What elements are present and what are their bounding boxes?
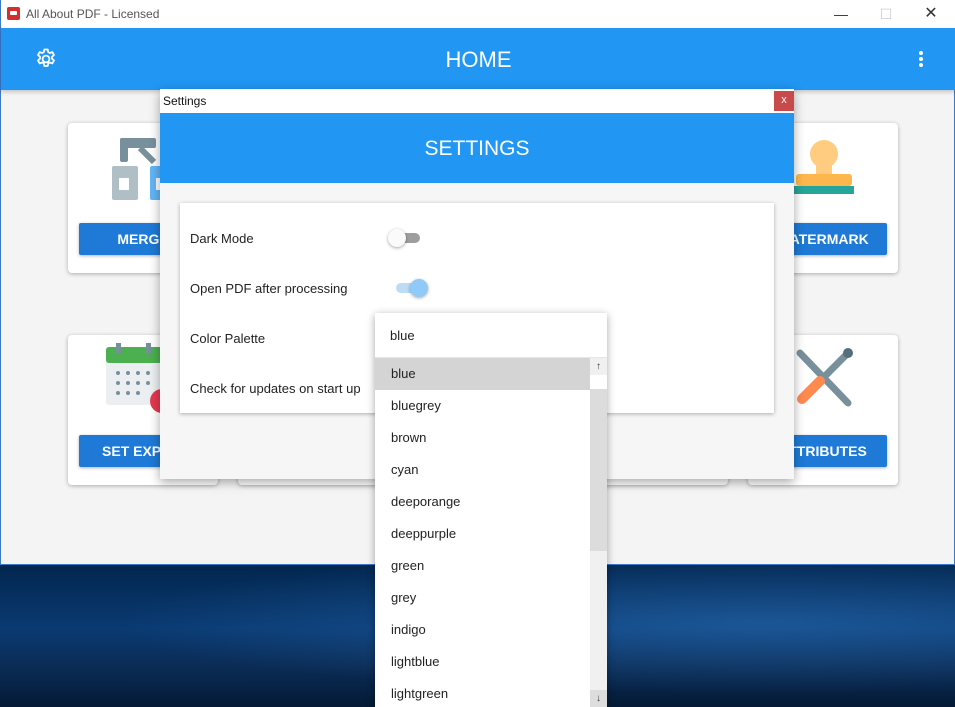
dropdown-scrollbar[interactable]: ↑ ↓ [590, 358, 607, 707]
option-indigo[interactable]: indigo [375, 614, 590, 646]
option-label: brown [391, 430, 427, 445]
settings-window-title: Settings [163, 94, 207, 108]
check-updates-label: Check for updates on start up [190, 381, 361, 396]
option-label: blue [391, 366, 416, 381]
option-label: lightblue [391, 654, 440, 669]
dropdown-selected-value[interactable]: blue [375, 313, 607, 358]
option-cyan[interactable]: cyan [375, 454, 590, 486]
option-blue[interactable]: blue [375, 358, 590, 390]
option-bluegrey[interactable]: bluegrey [375, 390, 590, 422]
stamp-icon [794, 140, 854, 194]
color-palette-label: Color Palette [190, 331, 266, 346]
option-lightgreen[interactable]: lightgreen [375, 678, 590, 707]
option-lightblue[interactable]: lightblue [375, 646, 590, 678]
app-header: HOME [1, 28, 955, 90]
calendar-icon [106, 343, 168, 413]
dark-mode-label: Dark Mode [190, 231, 254, 246]
window-title: All About PDF - Licensed [26, 7, 160, 21]
option-label: deeppurple [391, 526, 457, 541]
window-titlebar: All About PDF - Licensed — ☐ ✕ [1, 0, 955, 28]
settings-titlebar: Settings x [160, 89, 794, 113]
scroll-thumb[interactable] [590, 375, 607, 389]
option-label: green [391, 558, 425, 573]
scroll-down-arrow-icon[interactable]: ↓ [590, 690, 607, 707]
selected-value-text: blue [390, 328, 415, 343]
option-green[interactable]: green [375, 550, 590, 582]
toggle-thumb [388, 229, 406, 247]
option-label: bluegrey [391, 398, 441, 413]
option-label: deeporange [391, 494, 461, 509]
minimize-button[interactable]: — [832, 5, 850, 23]
option-label: grey [391, 590, 417, 605]
option-deeppurple[interactable]: deeppurple [375, 518, 590, 550]
kebab-menu-icon [919, 51, 923, 67]
settings-header: SETTINGS [160, 113, 794, 183]
scroll-up-arrow-icon[interactable]: ↑ [590, 358, 607, 375]
option-label: cyan [391, 462, 419, 477]
tools-icon [796, 348, 853, 407]
maximize-button[interactable]: ☐ [877, 5, 895, 23]
settings-title: SETTINGS [424, 137, 530, 160]
dark-mode-toggle[interactable] [388, 228, 422, 248]
settings-close-button[interactable]: x [774, 91, 794, 111]
close-button[interactable]: ✕ [922, 5, 940, 23]
toggle-thumb [410, 279, 428, 297]
open-pdf-label: Open PDF after processing [190, 281, 348, 296]
pdf-app-icon [7, 7, 20, 20]
dropdown-options-list: blue bluegrey brown cyan deeporange deep… [375, 358, 590, 707]
option-label: lightgreen [391, 686, 449, 701]
more-options-button[interactable] [911, 47, 931, 71]
option-brown[interactable]: brown [375, 422, 590, 454]
option-label: indigo [391, 622, 426, 637]
scroll-track[interactable] [590, 389, 607, 551]
color-palette-dropdown[interactable]: blue blue bluegrey brown cyan deeporange… [375, 313, 607, 707]
option-deeporange[interactable]: deeporange [375, 486, 590, 518]
page-title: HOME [445, 47, 512, 72]
open-pdf-toggle[interactable] [394, 278, 428, 298]
option-grey[interactable]: grey [375, 582, 590, 614]
